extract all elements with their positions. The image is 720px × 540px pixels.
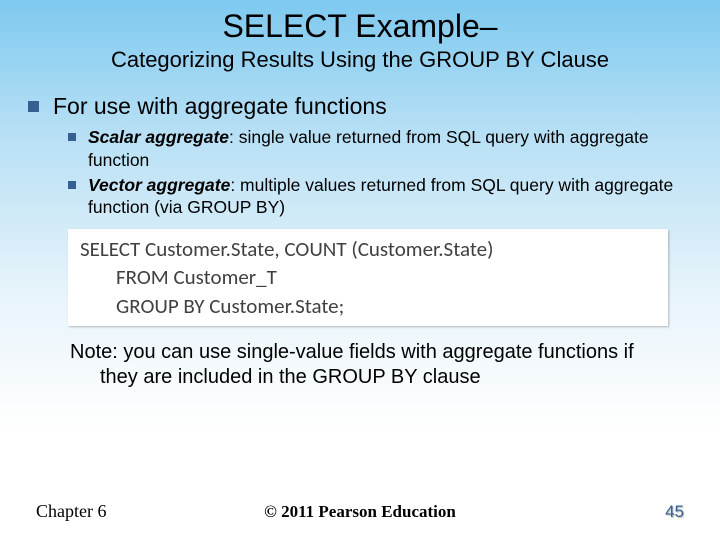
term-vector: Vector aggregate (88, 175, 230, 195)
slide-content: For use with aggregate functions Scalar … (0, 83, 720, 390)
bullet-level2: Vector aggregate: multiple values return… (68, 174, 692, 220)
copyright-text: © 2011 Pearson Education (264, 502, 456, 522)
square-bullet-icon (68, 133, 76, 141)
sql-code-block: SELECT Customer.State, COUNT (Customer.S… (68, 229, 668, 326)
square-bullet-icon (68, 181, 76, 189)
bullet-l1-text: For use with aggregate functions (53, 93, 387, 120)
bullet-l2-text: Vector aggregate: multiple values return… (88, 174, 692, 220)
bullet-level2: Scalar aggregate: single value returned … (68, 126, 692, 172)
term-scalar: Scalar aggregate (88, 127, 229, 147)
bullet-level1: For use with aggregate functions (28, 93, 692, 120)
code-line: GROUP BY Customer.State; (80, 292, 660, 320)
bullet-l2-text: Scalar aggregate: single value returned … (88, 126, 692, 172)
page-number: 45 (665, 502, 684, 522)
slide-footer: Chapter 6 © 2011 Pearson Education 45 (0, 501, 720, 522)
slide-note: Note: you can use single-value fields wi… (58, 340, 692, 390)
square-bullet-icon (28, 101, 39, 112)
chapter-label: Chapter 6 (36, 501, 106, 522)
slide-title: SELECT Example– (0, 0, 720, 45)
code-line: SELECT Customer.State, COUNT (Customer.S… (80, 235, 660, 263)
slide-subtitle: Categorizing Results Using the GROUP BY … (0, 45, 720, 83)
code-line: FROM Customer_T (80, 263, 660, 291)
